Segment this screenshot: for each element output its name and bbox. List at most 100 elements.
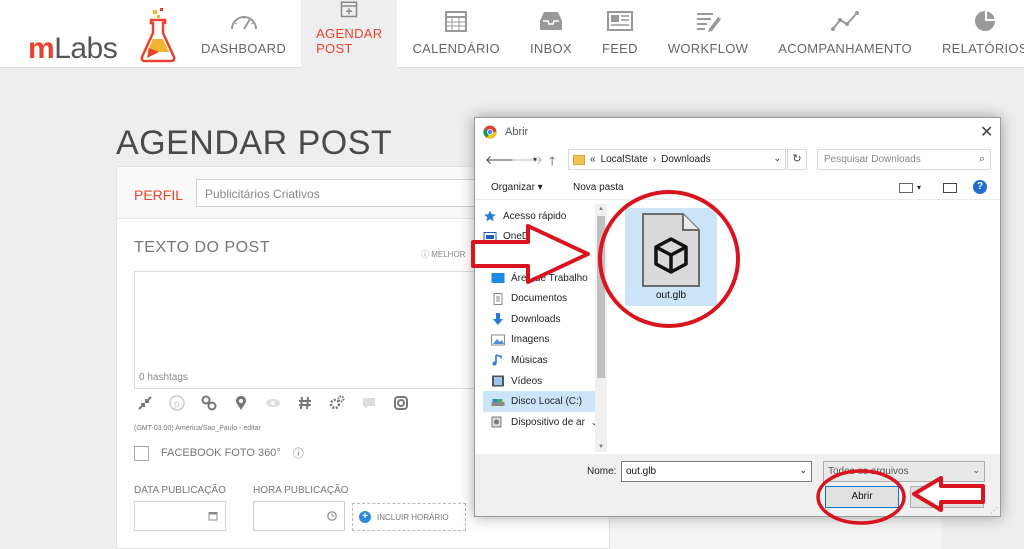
dialog-titlebar[interactable]: Abrir ✕ (475, 118, 1000, 146)
date-input[interactable] (134, 501, 226, 531)
gears-icon[interactable] (329, 395, 345, 411)
document-icon (493, 292, 503, 305)
device-icon (491, 416, 502, 428)
timezone-text[interactable]: (GMT-03:00) America/Sao_Paulo - editar (134, 425, 261, 432)
filename-input[interactable]: out.glb ⌄ (621, 461, 812, 482)
post-text-area[interactable]: 0 hashtags (134, 271, 479, 389)
svg-text:p: p (174, 399, 180, 410)
preview-pane-icon[interactable] (943, 183, 957, 193)
view-options-icon[interactable] (899, 183, 913, 193)
post-toolbar: p (137, 395, 409, 411)
scroll-thumb[interactable] (597, 216, 605, 378)
data-publicacao-label: DATA PUBLICAÇÃO (134, 485, 226, 496)
hashtag-count: 0 hashtags (139, 372, 188, 383)
nova-pasta-button[interactable]: Nova pasta (573, 182, 624, 193)
perfil-label: PERFIL (134, 187, 184, 203)
nav-feed[interactable]: FEED (587, 0, 653, 68)
location-pin-icon[interactable] (233, 395, 249, 411)
hashtag-icon[interactable] (297, 395, 313, 411)
3d-cube-file-icon (642, 213, 700, 287)
music-icon (492, 354, 502, 366)
feed-icon (606, 11, 633, 31)
scroll-up-icon[interactable]: ▲ (598, 206, 604, 212)
nav-agendar-post[interactable]: AGENDAR POST (301, 0, 398, 68)
clock-icon (327, 511, 337, 521)
chrome-icon (483, 125, 497, 139)
tree-item-documentos[interactable]: Documentos (483, 288, 595, 309)
tree-item-dispositivo[interactable]: Dispositivo de ar ⌄ (483, 412, 595, 433)
nome-label: Nome: (587, 466, 617, 477)
nav-dashboard[interactable]: DASHBOARD (186, 0, 301, 68)
dialog-footer: Nome: out.glb ⌄ Todos os arquivos ⌄ Abri… (475, 454, 1000, 516)
tree-item-onedrive[interactable]: OneDrive (483, 227, 595, 248)
gauge-icon (230, 16, 257, 30)
file-open-dialog: Abrir ✕ 🡐 🡒 ▾ 🡑 « LocalState › Downloads… (474, 117, 1001, 517)
pinterest-icon[interactable]: p (169, 395, 185, 411)
facebook-360-checkbox[interactable] (134, 445, 149, 461)
flask-icon (140, 8, 176, 63)
file-type-select[interactable]: Todos os arquivos ⌄ (823, 461, 985, 482)
incluir-horario-button[interactable]: + INCLUIR HORÁRIO (352, 503, 466, 531)
info-icon[interactable]: ⓘ (293, 445, 304, 461)
close-icon[interactable]: ✕ (980, 122, 993, 142)
compress-icon[interactable] (137, 395, 153, 411)
search-input[interactable]: Pesquisar Downloads ⌕ (817, 149, 991, 170)
main-nav: DASHBOARD AGENDAR POST CALENDÁRIO INBOX … (186, 0, 1024, 68)
computer-icon (483, 251, 497, 263)
refresh-icon[interactable]: ↻ (787, 149, 807, 170)
inbox-icon (539, 12, 562, 30)
help-icon[interactable]: ? (973, 180, 987, 194)
disk-icon (491, 398, 505, 406)
tree-item-area-de-trabalho[interactable]: Área de Trabalho (483, 268, 595, 289)
eye-icon[interactable] (265, 395, 281, 411)
file-item-out-glb[interactable]: out.glb (625, 208, 717, 306)
command-bar: Organizar ▾ Nova pasta ▾ ? (475, 176, 1000, 200)
nav-acompanhamento[interactable]: ACOMPANHAMENTO (763, 0, 927, 68)
tree-item-videos[interactable]: Vídeos (483, 371, 595, 392)
view-chevron-icon[interactable]: ▾ (917, 183, 921, 192)
chevron-down-icon[interactable]: ⌄ (773, 153, 781, 164)
abrir-button[interactable]: Abrir (825, 486, 899, 508)
mlabs-logo[interactable]: mLabs (28, 8, 176, 65)
instagram-icon[interactable] (393, 395, 409, 411)
plus-circle-icon: + (359, 511, 371, 523)
nav-workflow[interactable]: WORKFLOW (653, 0, 763, 68)
chevron-down-icon[interactable]: ⌄ (799, 465, 807, 476)
tree-item-downloads[interactable]: Downloads (483, 309, 595, 330)
chevron-down-icon[interactable]: ⌄ (972, 465, 980, 476)
download-arrow-icon (493, 313, 503, 326)
address-row: 🡐 🡒 ▾ 🡑 « LocalState › Downloads ⌄ ↻ Pes… (475, 148, 1000, 172)
star-icon (484, 210, 496, 222)
address-bar[interactable]: « LocalState › Downloads ⌄ (568, 149, 786, 170)
nav-inbox[interactable]: INBOX (515, 0, 587, 68)
organizar-menu[interactable]: Organizar ▾ (491, 182, 543, 193)
cloud-icon (483, 231, 497, 242)
recent-chevron-icon[interactable]: ▾ (533, 155, 537, 164)
tree-item-este-computador[interactable]: Este Computador (483, 247, 595, 268)
melhor-hint[interactable]: ⓘ MELHOR (421, 249, 465, 260)
resize-grip-icon[interactable]: ⋰ (990, 506, 998, 515)
up-arrow-icon[interactable]: 🡑 (549, 152, 555, 173)
calendar-icon (445, 11, 468, 32)
scroll-down-icon[interactable]: ▼ (598, 444, 604, 450)
search-icon: ⌕ (978, 153, 985, 165)
nav-calendario[interactable]: CALENDÁRIO (397, 0, 515, 68)
link-icon[interactable] (201, 395, 217, 411)
hora-publicacao-label: HORA PUBLICAÇÃO (253, 485, 349, 496)
workflow-icon (697, 13, 722, 32)
cancelar-button[interactable]: Cancelar (910, 486, 984, 508)
tree-item-disco-local[interactable]: Disco Local (C:) (483, 391, 595, 412)
file-name-label: out.glb (655, 290, 687, 301)
calendar-small-icon (208, 512, 218, 521)
facebook-360-option: FACEBOOK FOTO 360° ⓘ (134, 445, 304, 461)
hour-input[interactable] (253, 501, 345, 531)
tree-item-musicas[interactable]: Músicas (483, 350, 595, 371)
tree-scrollbar[interactable]: ▲ ▼ (595, 204, 607, 452)
perfil-select[interactable]: Publicitários Criativos (196, 179, 496, 207)
tree-item-acesso-rapido[interactable]: Acesso rápido (483, 206, 595, 227)
tree-item-imagens[interactable]: Imagens (483, 330, 595, 351)
comment-icon[interactable] (361, 395, 377, 411)
nav-relatorios[interactable]: RELATÓRIOS (927, 0, 1024, 68)
forward-arrow-icon[interactable]: 🡒 (511, 152, 543, 167)
pie-chart-icon (974, 11, 995, 31)
